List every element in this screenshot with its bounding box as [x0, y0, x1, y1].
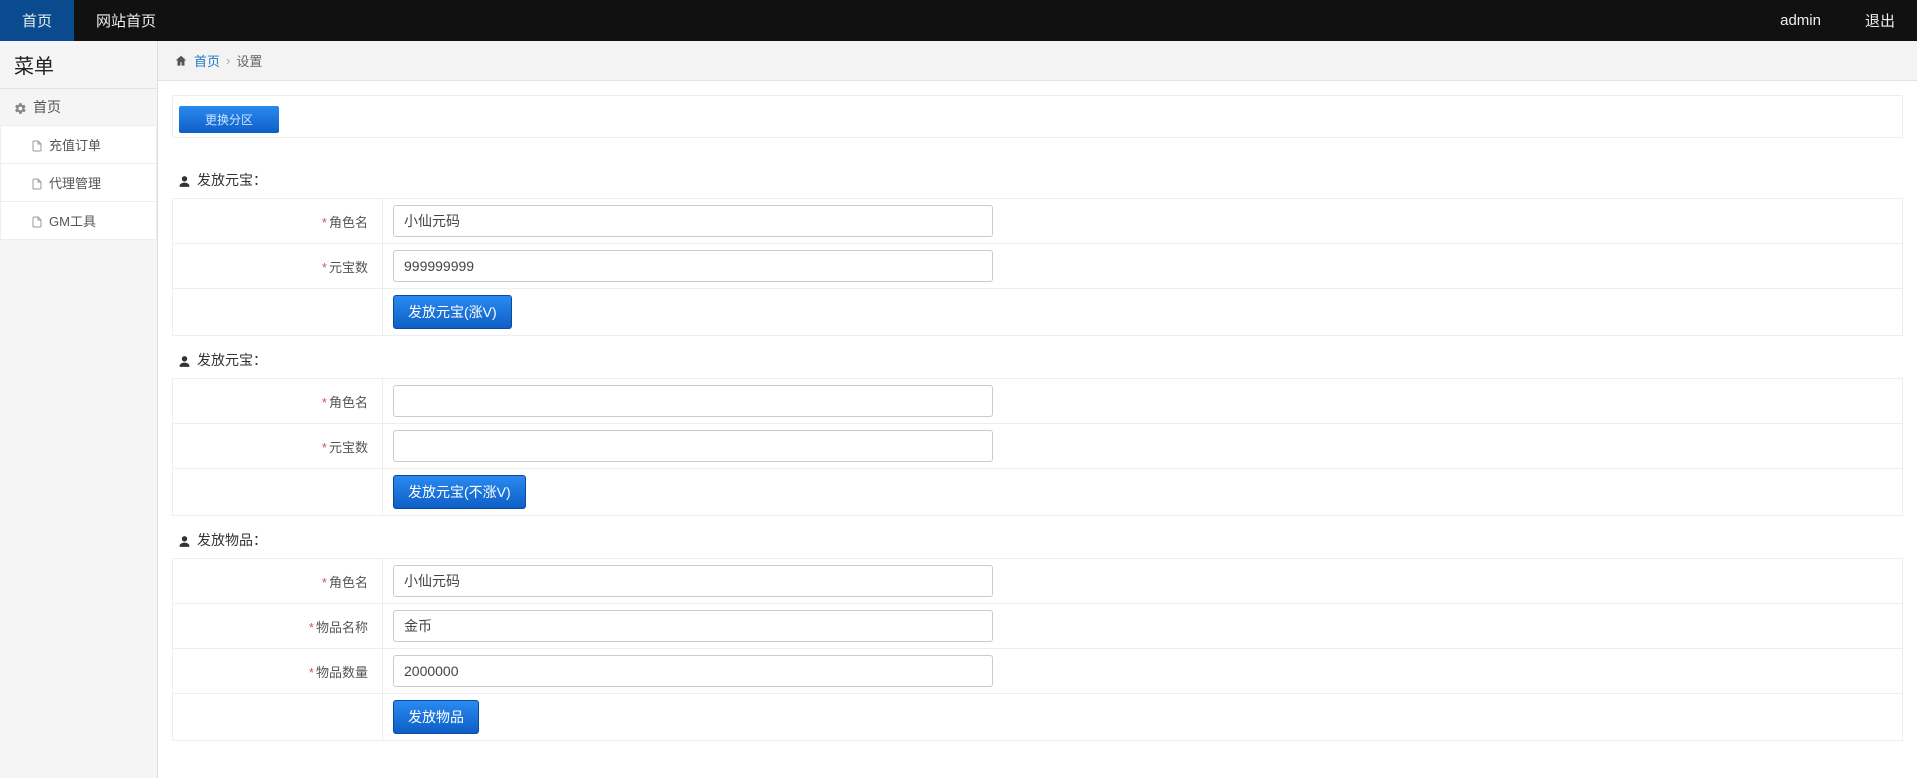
submit-item-button[interactable]: 发放物品	[393, 700, 479, 734]
submit-yuanbao-novip-button[interactable]: 发放元宝(不涨V)	[393, 475, 526, 509]
sidebar-title: 菜单	[0, 41, 157, 89]
nav-home[interactable]: 首页	[0, 0, 74, 41]
person-icon	[178, 352, 191, 368]
gear-icon	[14, 99, 27, 115]
submit-yuanbao-vip-button[interactable]: 发放元宝(涨V)	[393, 295, 512, 329]
form-yuanbao-novip: *角色名 *元宝数 发放元宝(不涨V)	[172, 378, 1903, 516]
sidebar-header-label: 首页	[33, 97, 61, 117]
nav-logout[interactable]: 退出	[1843, 0, 1917, 41]
main-content: 首页 › 设置 更换分区 发放元宝： *角色名	[158, 41, 1917, 778]
input-role-name-3[interactable]	[393, 565, 993, 597]
input-yuanbao-amount-1[interactable]	[393, 250, 993, 282]
breadcrumb-current: 设置	[236, 51, 262, 70]
label-role: 角色名	[329, 395, 368, 410]
nav-site-home[interactable]: 网站首页	[74, 0, 178, 41]
label-role: 角色名	[329, 575, 368, 590]
form-item: *角色名 *物品名称 *物品数量 发放物品	[172, 558, 1903, 741]
person-icon	[178, 532, 191, 548]
label-role: 角色名	[329, 215, 368, 230]
section-title-item: 发放物品：	[172, 516, 1903, 558]
change-zone-button[interactable]: 更换分区	[179, 106, 279, 133]
sidebar-header-home[interactable]: 首页	[0, 89, 157, 125]
breadcrumb-home-link[interactable]: 首页	[194, 51, 220, 70]
zone-panel: 更换分区	[172, 95, 1903, 138]
section-title-yuanbao-vip: 发放元宝：	[172, 156, 1903, 198]
breadcrumb-separator: ›	[226, 53, 230, 68]
home-icon	[174, 53, 188, 69]
sidebar-item-gmtool[interactable]: GM工具	[0, 202, 157, 240]
label-amount: 元宝数	[329, 440, 368, 455]
section-title-text: 发放元宝：	[197, 170, 267, 190]
label-item-name: 物品名称	[316, 620, 368, 635]
section-title-yuanbao-novip: 发放元宝：	[172, 336, 1903, 378]
person-icon	[178, 172, 191, 188]
label-item-qty: 物品数量	[316, 665, 368, 680]
input-yuanbao-amount-2[interactable]	[393, 430, 993, 462]
navbar-right: admin 退出	[1758, 0, 1917, 41]
sidebar-submenu: 充值订单 代理管理 GM工具	[0, 125, 157, 240]
content-area: 更换分区 发放元宝： *角色名 *元宝数	[158, 81, 1917, 761]
section-title-text: 发放物品：	[197, 530, 267, 550]
sidebar: 菜单 首页 充值订单 代理管理	[0, 41, 158, 778]
top-navbar: 首页 网站首页 admin 退出	[0, 0, 1917, 41]
layout-wrapper: 菜单 首页 充值订单 代理管理	[0, 41, 1917, 778]
input-item-name[interactable]	[393, 610, 993, 642]
sidebar-item-agent[interactable]: 代理管理	[0, 164, 157, 202]
sidebar-item-label: GM工具	[49, 211, 96, 230]
file-icon	[31, 213, 43, 228]
input-role-name-1[interactable]	[393, 205, 993, 237]
label-amount: 元宝数	[329, 260, 368, 275]
breadcrumb: 首页 › 设置	[158, 41, 1917, 81]
sidebar-item-label: 代理管理	[49, 173, 101, 192]
navbar-left: 首页 网站首页	[0, 0, 178, 41]
section-title-text: 发放元宝：	[197, 350, 267, 370]
sidebar-item-recharge[interactable]: 充值订单	[0, 125, 157, 164]
nav-user[interactable]: admin	[1758, 0, 1843, 41]
sidebar-item-label: 充值订单	[49, 135, 101, 154]
file-icon	[31, 137, 43, 152]
input-role-name-2[interactable]	[393, 385, 993, 417]
form-yuanbao-vip: *角色名 *元宝数 发放元宝(涨V)	[172, 198, 1903, 336]
input-item-qty[interactable]	[393, 655, 993, 687]
file-icon	[31, 175, 43, 190]
